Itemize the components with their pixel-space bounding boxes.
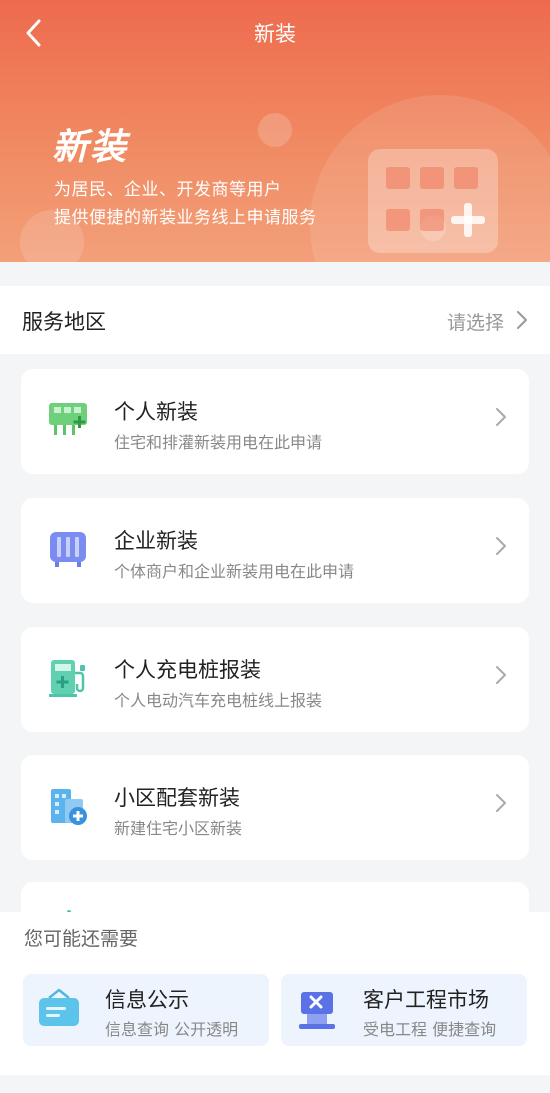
- charging-pile-icon: [49, 660, 85, 697]
- service-card-residential-install[interactable]: 小区配套新装 新建住宅小区新装: [21, 755, 529, 860]
- service-title: 小区配套新装: [114, 786, 240, 810]
- service-description: 新建住宅小区新装: [114, 819, 243, 838]
- service-description: 住宅和排灌新装用电在此申请: [114, 433, 323, 452]
- chevron-right-icon: [517, 311, 527, 329]
- decor-circle: [258, 113, 292, 147]
- region-value[interactable]: 请选择: [447, 308, 504, 335]
- service-region-selector[interactable]: 服务地区 请选择: [0, 286, 550, 354]
- page-title: 新装: [254, 22, 296, 46]
- service-card-enterprise-install[interactable]: 企业新装 个体商户和企业新装用电在此申请: [21, 498, 529, 603]
- service-card-personal-install[interactable]: 个人新装 住宅和排灌新装用电在此申请: [21, 369, 529, 474]
- chevron-right-icon: [496, 794, 506, 812]
- service-title: 个人新装: [114, 400, 198, 424]
- recommend-item-description: 信息查询 公开透明: [105, 1020, 239, 1039]
- notice-board-icon: [39, 988, 79, 1026]
- recommend-item-description: 受电工程 便捷查询: [363, 1020, 497, 1039]
- building-plus-icon: [368, 149, 498, 253]
- hero-subtitle: 为居民、企业、开发商等用户: [54, 180, 282, 200]
- chevron-right-icon: [496, 537, 506, 555]
- residential-building-icon: [51, 789, 87, 825]
- service-title: 个人充电桩报装: [114, 658, 261, 682]
- hero-title: 新装: [52, 127, 129, 168]
- chevron-right-icon: [496, 408, 506, 426]
- recommend-item-info-publicity[interactable]: 信息公示 信息查询 公开透明: [23, 974, 269, 1046]
- service-description: 个人电动汽车充电桩线上报装: [114, 691, 323, 710]
- meter-plus-icon: [49, 403, 87, 435]
- service-title: 企业新装: [114, 529, 198, 553]
- chevron-right-icon: [496, 666, 506, 684]
- hero-subtitle: 提供便捷的新装业务线上申请服务: [54, 208, 317, 228]
- region-label: 服务地区: [22, 310, 106, 334]
- recommend-item-title: 客户工程市场: [363, 988, 489, 1012]
- engineering-market-icon: [299, 992, 335, 1029]
- service-description: 个体商户和企业新装用电在此申请: [114, 562, 355, 581]
- recommend-item-engineering-market[interactable]: 客户工程市场 受电工程 便捷查询: [281, 974, 527, 1046]
- transformer-icon: [50, 532, 86, 567]
- recommend-item-title: 信息公示: [105, 988, 189, 1012]
- recommend-title: 您可能还需要: [24, 928, 139, 950]
- service-card-charging-pile[interactable]: 个人充电桩报装 个人电动汽车充电桩线上报装: [21, 627, 529, 732]
- recommend-panel: 您可能还需要 信息公示 信息查询 公开透明 客户工程市场 受电工程 便捷查询: [0, 912, 550, 1075]
- hero-banner: 新装 新装 为居民、企业、开发商等用户 提供便捷的新装业务线上申请服务: [0, 0, 550, 262]
